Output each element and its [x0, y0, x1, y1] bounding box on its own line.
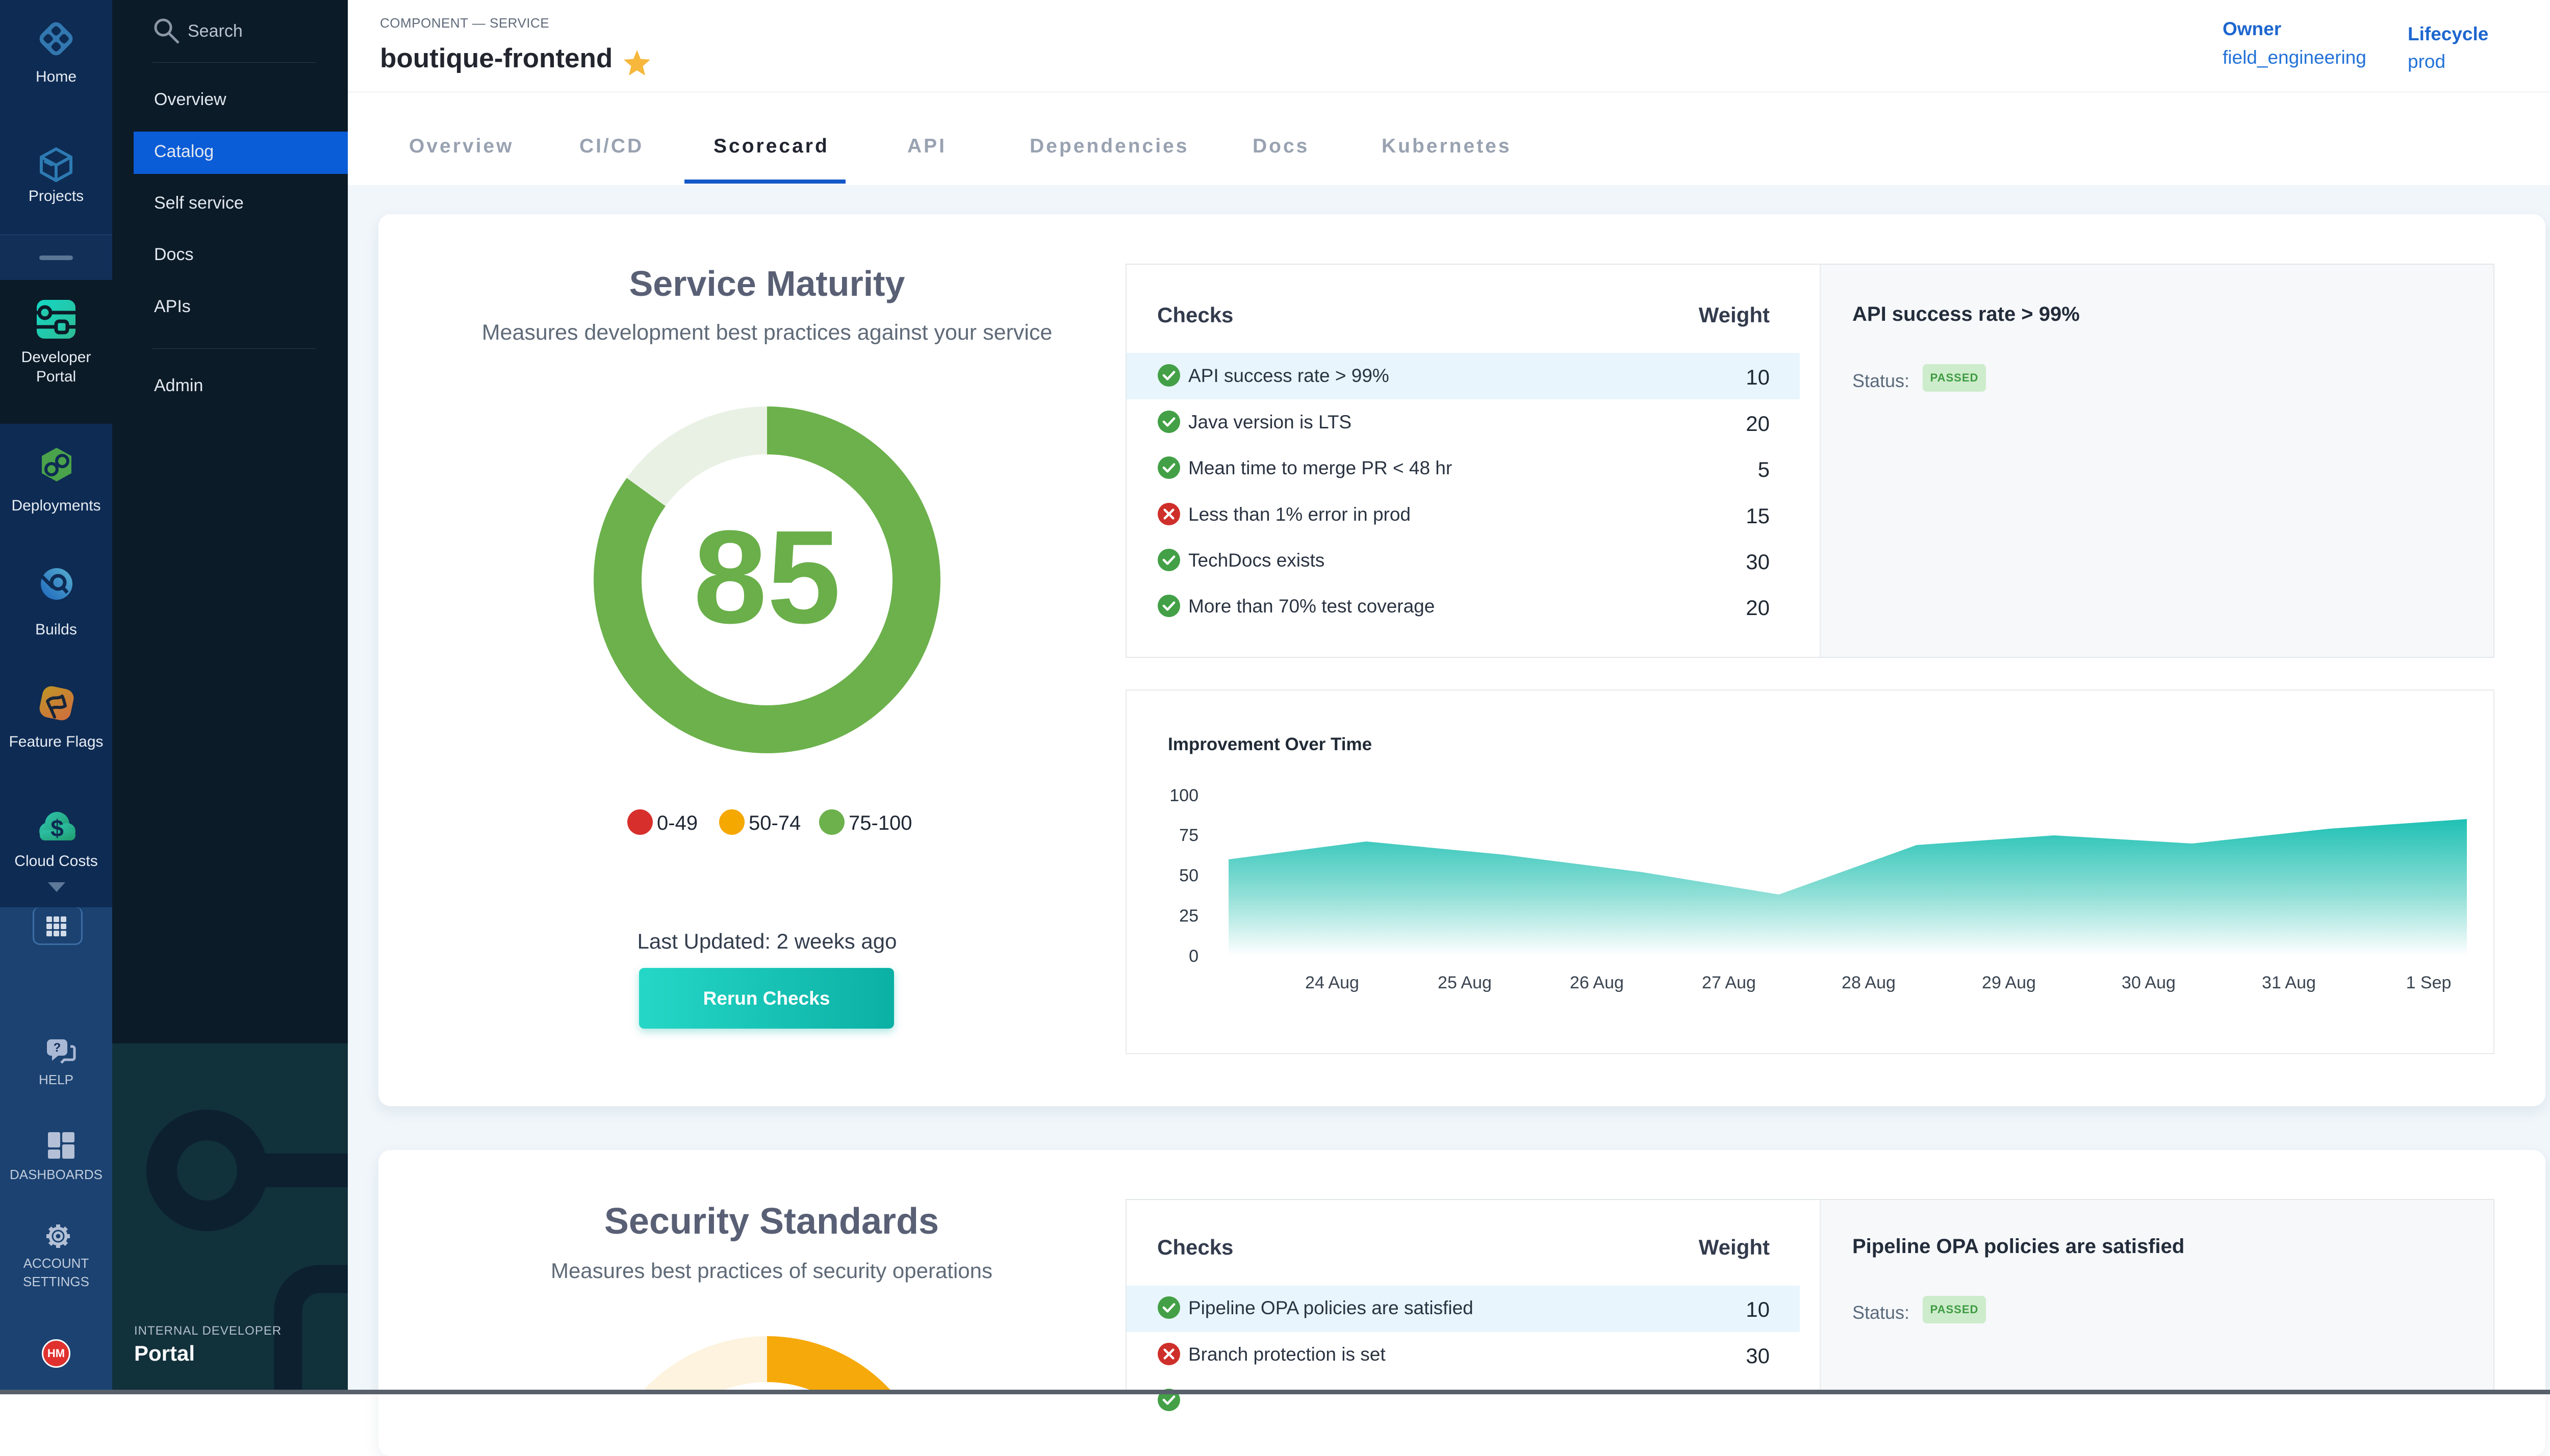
svg-text:?: ? [54, 1041, 61, 1055]
svg-text:$: $ [50, 815, 64, 841]
